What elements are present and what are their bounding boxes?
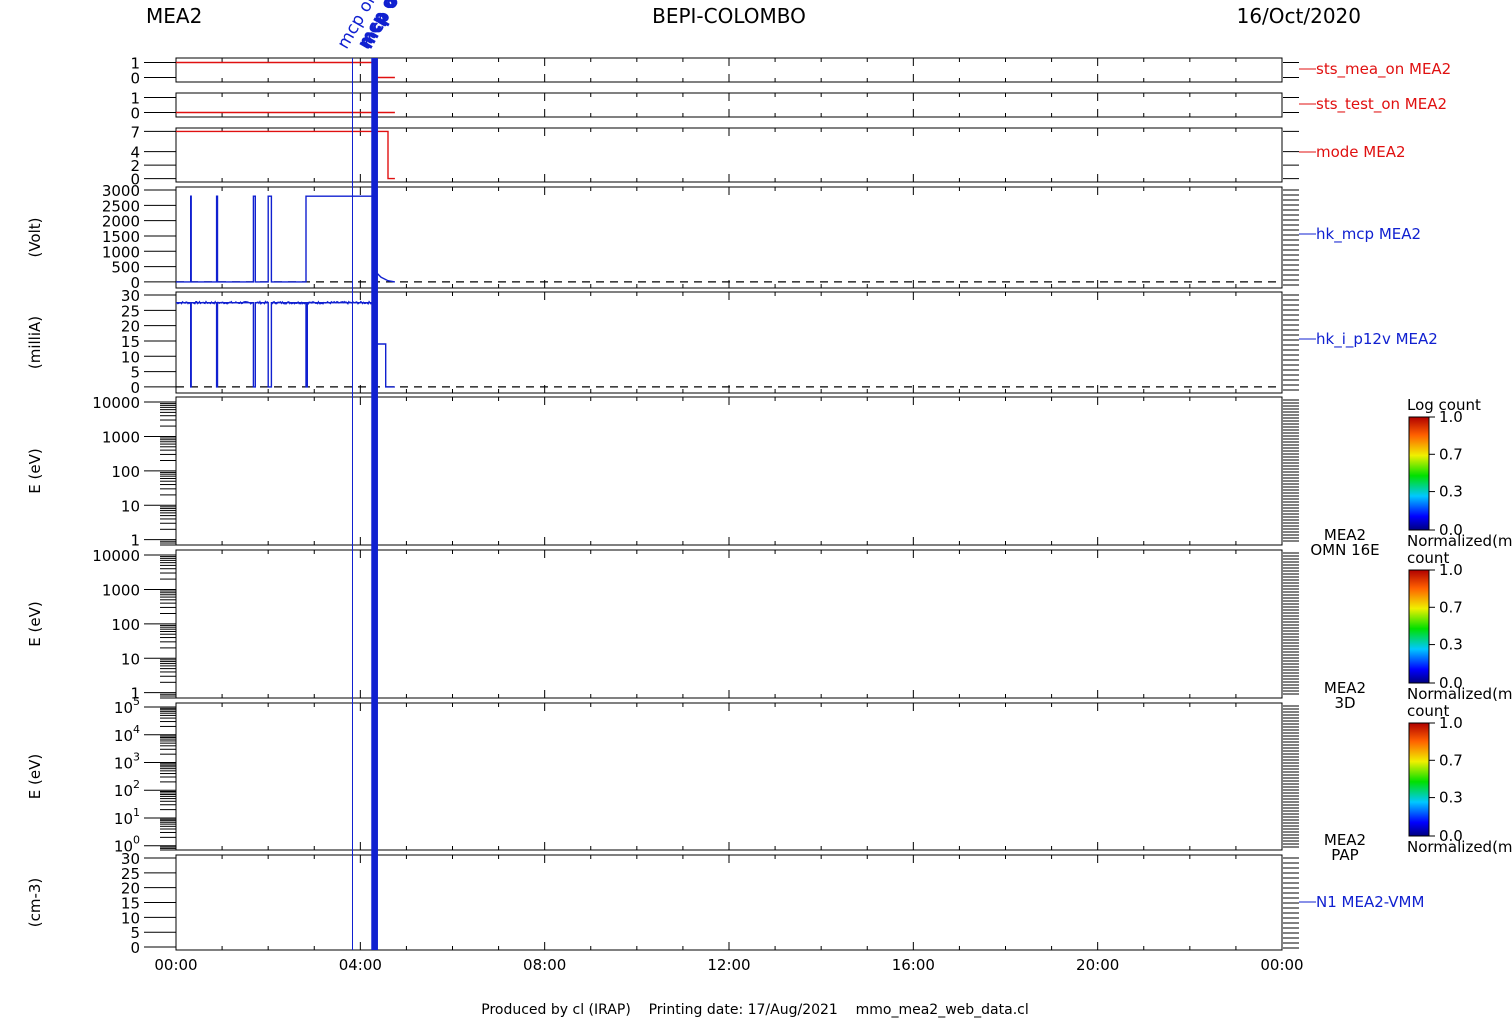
event-markers: mcp onmcp offmcp offmcp off	[334, 0, 411, 950]
panel-frame	[175, 549, 1283, 699]
y-axis-label: E (eV)	[26, 601, 44, 646]
panel-label: 3D	[1334, 694, 1355, 712]
panel-hk_mcp: 050010001500200025003000(Volt) hk_mcp MEA…	[26, 182, 1421, 292]
footer-text: Produced by cl (IRAP) Printing date: 17/…	[481, 1002, 1028, 1018]
colorbar-tick-label: 0.7	[1439, 751, 1463, 769]
colorbar-tick-label: 1.0	[1439, 714, 1463, 732]
colorbar-tick-label: 0.7	[1439, 598, 1463, 616]
y-tick-label: 2500	[102, 197, 140, 215]
y-tick-label: 7	[130, 123, 140, 141]
y-tick-label: 103	[114, 751, 140, 773]
colorbar-subtitle: Normalized(m	[1407, 685, 1512, 703]
panel-label: OMN 16E	[1310, 541, 1379, 559]
y-tick-label: 100	[111, 616, 140, 634]
panel-frame	[175, 186, 1283, 289]
header-center: BEPI-COLOMBO	[652, 4, 806, 28]
panel-frame	[175, 127, 1283, 183]
panel-label: sts_test_on MEA2	[1316, 95, 1447, 114]
x-tick-label: 12:00	[707, 956, 750, 974]
colorbar-tick-label: 0.7	[1439, 445, 1463, 463]
colorbar-tick-label: 1.0	[1439, 408, 1463, 426]
y-tick-label: 10	[121, 650, 140, 668]
y-axis-label: (Volt)	[26, 217, 44, 257]
panel-pap: 100101102103104105E (eV)MEA2PAPcount1.00…	[26, 695, 1512, 864]
colorbar-subtitle: Normalized(m	[1407, 838, 1512, 856]
series-line	[176, 61, 395, 79]
colorbar-subtitle: Normalized(m	[1407, 532, 1512, 550]
y-tick-label: 104	[114, 723, 140, 745]
x-tick-label: 16:00	[892, 956, 935, 974]
x-tick-label: 20:00	[1076, 956, 1119, 974]
y-tick-label: 30	[121, 287, 140, 305]
x-tick-label: 00:00	[1260, 956, 1303, 974]
panel-frame	[175, 396, 1283, 546]
panel-hk_i_p12v: 051015202530(milliA) hk_i_p12v MEA2	[26, 287, 1438, 397]
summary-plot: MEA2 BEPI-COLOMBO 16/Oct/2020 01 sts_mea_…	[26, 0, 1512, 1018]
y-tick-label: 10000	[92, 547, 140, 565]
y-tick-label: 1000	[102, 428, 140, 446]
colorbar-tick-label: 0.3	[1439, 789, 1463, 807]
panel-sts_mea_on: 01 sts_mea_on MEA2	[130, 55, 1451, 88]
panel-label: PAP	[1331, 846, 1358, 864]
y-tick-label: 105	[114, 695, 140, 717]
panel-label: hk_i_p12v MEA2	[1316, 330, 1438, 349]
x-tick-label: 08:00	[523, 956, 566, 974]
colorbar-tick-label: 0.3	[1439, 636, 1463, 654]
y-tick-label: 1000	[102, 581, 140, 599]
y-tick-label: 1	[130, 90, 140, 108]
plot-layer: 01 sts_mea_on MEA201 sts_test_on MEA20247m…	[26, 0, 1512, 974]
colorbar	[1408, 722, 1430, 837]
colorbar	[1408, 569, 1430, 684]
series-line	[176, 302, 395, 388]
panel-sts_test_on: 01 sts_test_on MEA2	[130, 90, 1447, 123]
x-tick-label: 04:00	[339, 956, 382, 974]
panel-omni_16e: 110100100010000E (eV)MEA2OMN 16ELog coun…	[26, 394, 1512, 559]
header-right: 16/Oct/2020	[1237, 4, 1361, 28]
x-axis: 00:00 04:00 08:00 12:00 16:00 20:00 00:00	[154, 956, 1303, 974]
panel-label: hk_mcp MEA2	[1316, 225, 1421, 244]
y-tick-label: 102	[114, 778, 140, 800]
y-tick-label: 101	[114, 806, 140, 828]
y-tick-label: 25	[121, 302, 140, 320]
colorbar-tick-label: 0.3	[1439, 483, 1463, 501]
y-axis-label: (cm-3)	[26, 878, 44, 928]
y-tick-label: 100	[111, 463, 140, 481]
colorbar-tick-label: 1.0	[1439, 561, 1463, 579]
y-tick-label: 1	[130, 55, 140, 73]
y-axis-label: E (eV)	[26, 448, 44, 493]
series-line	[176, 195, 396, 283]
y-axis-label: E (eV)	[26, 754, 44, 799]
header-left: MEA2	[146, 4, 202, 28]
colorbar	[1408, 416, 1430, 531]
panel-label: mode MEA2	[1316, 143, 1406, 161]
panel-label: N1 MEA2-VMM	[1316, 893, 1424, 911]
panel-frame	[175, 291, 1283, 394]
panel-mode: 0247mode MEA2	[130, 123, 1405, 188]
series-line	[176, 130, 395, 180]
panel-3d: 110100100010000E (eV)MEA23Dcount1.00.70.…	[26, 547, 1512, 712]
panel-n1: 051015202530(cm-3) N1 MEA2-VMM	[26, 850, 1424, 957]
y-tick-label: 10000	[92, 394, 140, 412]
y-tick-label: 4	[130, 144, 140, 162]
y-axis-label: (milliA)	[26, 316, 44, 369]
y-tick-label: 3000	[102, 182, 140, 200]
panel-frame	[175, 854, 1283, 951]
series-noise	[175, 300, 374, 305]
panel-frame	[175, 702, 1283, 851]
y-tick-label: 30	[121, 850, 140, 868]
panel-label: sts_mea_on MEA2	[1316, 60, 1451, 79]
x-tick-label: 00:00	[154, 956, 197, 974]
y-tick-label: 10	[121, 497, 140, 515]
